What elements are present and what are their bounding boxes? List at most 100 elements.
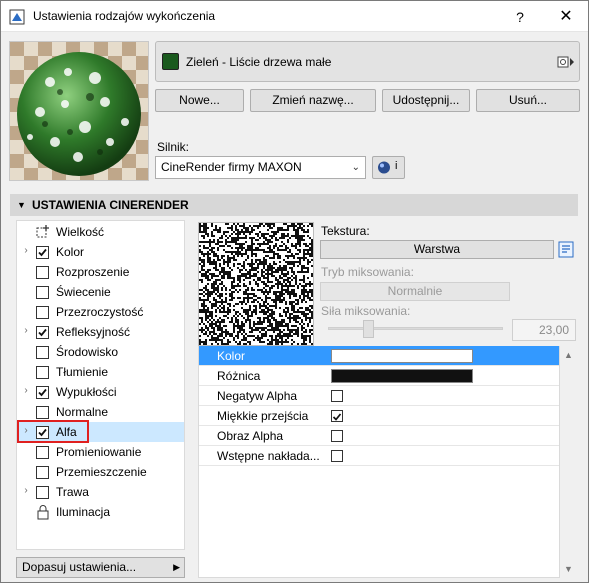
- close-button[interactable]: ✕: [551, 6, 581, 28]
- chevron-down-icon: ⌄: [351, 162, 360, 173]
- channel-row[interactable]: Promieniowanie: [17, 442, 184, 462]
- property-name: Kolor: [217, 349, 246, 363]
- channel-label: Kolor: [56, 245, 85, 259]
- adjust-settings-label: Dopasuj ustawienia...: [22, 560, 137, 574]
- channel-row[interactable]: Wielkość: [17, 222, 184, 242]
- channel-checkbox[interactable]: [36, 286, 49, 299]
- channel-checkbox[interactable]: [36, 326, 49, 339]
- color-swatch[interactable]: [331, 349, 473, 363]
- cinerender-section-header[interactable]: ▼ USTAWIENIA CINERENDER: [10, 194, 578, 216]
- cinema4d-icon: [378, 161, 390, 174]
- texture-edit-icon[interactable]: [556, 240, 576, 259]
- channel-row[interactable]: › Refleksyjność: [17, 322, 184, 342]
- channel-row[interactable]: Świecenie: [17, 282, 184, 302]
- engine-dropdown[interactable]: CineRender firmy MAXON ⌄: [155, 156, 366, 179]
- surface-settings-dialog: Ustawienia rodzajów wykończenia ? ✕ Ziel…: [0, 0, 589, 583]
- blend-strength-slider: [328, 327, 503, 330]
- channel-row[interactable]: Przemieszczenie: [17, 462, 184, 482]
- engine-value: CineRender firmy MAXON: [161, 160, 302, 174]
- scroll-up-icon[interactable]: ▲: [564, 350, 573, 360]
- blend-mode-label: Tryb miksowania:: [321, 265, 414, 279]
- channel-checkbox[interactable]: [36, 266, 49, 279]
- channel-checkbox[interactable]: [36, 306, 49, 319]
- expand-chevron-icon[interactable]: ›: [21, 325, 31, 336]
- property-row[interactable]: Wstępne nakłada...: [199, 446, 559, 466]
- app-icon: [9, 9, 25, 25]
- channel-label: Refleksyjność: [56, 325, 131, 339]
- blend-strength-field: 23,00: [512, 319, 576, 341]
- texture-label: Tekstura:: [321, 224, 370, 238]
- channel-row[interactable]: Przezroczystość: [17, 302, 184, 322]
- property-checkbox[interactable]: [331, 410, 343, 422]
- channel-checkbox[interactable]: [36, 406, 49, 419]
- expand-chevron-icon[interactable]: ›: [21, 385, 31, 396]
- slider-thumb: [363, 320, 375, 338]
- adjust-settings-button[interactable]: Dopasuj ustawienia... ▶: [16, 557, 185, 578]
- channel-label: Trawa: [56, 485, 89, 499]
- channel-checkbox[interactable]: [36, 466, 49, 479]
- property-table[interactable]: Kolor Różnica Negatyw Alpha Miękkie przejśc…: [198, 346, 560, 578]
- channel-row[interactable]: Tłumienie: [17, 362, 184, 382]
- surface-name: Zieleń - Liście drzewa małe: [186, 55, 332, 69]
- channel-checkbox[interactable]: [36, 366, 49, 379]
- property-checkbox[interactable]: [331, 430, 343, 442]
- lock-icon: [35, 504, 51, 520]
- surface-menu-icon[interactable]: [557, 54, 575, 70]
- channel-label: Normalne: [56, 405, 109, 419]
- submenu-arrow-icon: ▶: [173, 562, 180, 572]
- engine-label: Silnik:: [157, 140, 190, 154]
- channel-checkbox[interactable]: [36, 346, 49, 359]
- channel-label: Wielkość: [56, 225, 105, 239]
- rename-button[interactable]: Zmień nazwę...: [250, 89, 376, 112]
- channel-label: Świecenie: [56, 285, 111, 299]
- channel-checkbox[interactable]: [36, 246, 49, 259]
- channel-label: Rozproszenie: [56, 265, 130, 279]
- property-checkbox[interactable]: [331, 390, 343, 402]
- expand-chevron-icon[interactable]: ›: [21, 485, 31, 496]
- property-checkbox[interactable]: [331, 450, 343, 462]
- selection-highlight-box: [17, 420, 89, 443]
- channel-row[interactable]: Iluminacja: [17, 502, 184, 522]
- engine-info-button[interactable]: i: [372, 156, 405, 179]
- property-name: Negatyw Alpha: [217, 389, 298, 403]
- blend-mode-button: Normalnie: [320, 282, 510, 301]
- new-surface-button[interactable]: Nowe...: [155, 89, 244, 112]
- surface-selector[interactable]: Zieleń - Liście drzewa małe: [155, 41, 580, 82]
- property-row[interactable]: Różnica: [199, 366, 559, 386]
- delete-button[interactable]: Usuń...: [476, 89, 580, 112]
- channel-list[interactable]: Wielkość › Kolor Rozproszenie Świecenie Przez…: [16, 220, 185, 550]
- channel-label: Przemieszczenie: [56, 465, 147, 479]
- resize-icon: [35, 224, 51, 240]
- channel-row[interactable]: › Wypukłości: [17, 382, 184, 402]
- channel-row[interactable]: Rozproszenie: [17, 262, 184, 282]
- channel-label: Przezroczystość: [56, 305, 144, 319]
- share-button[interactable]: Udostępnij...: [382, 89, 470, 112]
- property-row[interactable]: Kolor: [199, 346, 559, 366]
- collapse-triangle-icon: ▼: [17, 200, 26, 210]
- texture-button[interactable]: Warstwa: [320, 240, 554, 259]
- channel-checkbox[interactable]: [36, 446, 49, 459]
- color-swatch[interactable]: [331, 369, 473, 383]
- material-preview: [9, 41, 149, 181]
- scroll-down-icon[interactable]: ▼: [564, 564, 573, 574]
- title-bar: Ustawienia rodzajów wykończenia ? ✕: [1, 1, 588, 32]
- property-scrollbar[interactable]: ▲ ▼: [560, 346, 578, 578]
- channel-row[interactable]: › Trawa: [17, 482, 184, 502]
- channel-label: Promieniowanie: [56, 445, 142, 459]
- property-row[interactable]: Obraz Alpha: [199, 426, 559, 446]
- channel-row[interactable]: › Kolor: [17, 242, 184, 262]
- blend-strength-label: Siła miksowania:: [321, 304, 411, 318]
- channel-checkbox[interactable]: [36, 486, 49, 499]
- channel-row[interactable]: Normalne: [17, 402, 184, 422]
- channel-checkbox[interactable]: [36, 386, 49, 399]
- property-row[interactable]: Negatyw Alpha: [199, 386, 559, 406]
- expand-chevron-icon[interactable]: ›: [21, 245, 31, 256]
- window-title: Ustawienia rodzajów wykończenia: [33, 9, 216, 23]
- channel-row[interactable]: Środowisko: [17, 342, 184, 362]
- texture-noise-image: [199, 223, 313, 345]
- property-row[interactable]: Miękkie przejścia: [199, 406, 559, 426]
- surface-color-swatch: [162, 53, 179, 70]
- help-button[interactable]: ?: [505, 6, 535, 28]
- property-name: Miękkie przejścia: [217, 409, 309, 423]
- property-name: Różnica: [217, 369, 261, 383]
